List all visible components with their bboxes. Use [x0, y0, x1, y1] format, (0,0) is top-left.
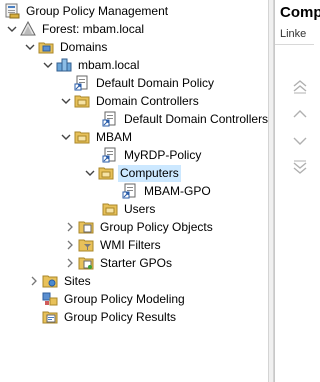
tree-node-users[interactable]: Users	[102, 200, 157, 218]
tree-label-results: Group Policy Results	[64, 309, 177, 324]
move-bottom-icon[interactable]	[292, 160, 308, 174]
gpmc-tree-pane: Group Policy Management Forest: mbam.loc…	[0, 0, 268, 382]
ou-folder-icon	[74, 93, 90, 109]
tree-node-results[interactable]: Group Policy Results	[42, 308, 178, 326]
tree-node-sites[interactable]: Sites	[28, 272, 93, 290]
tree-node-mbam-ou[interactable]: MBAM	[60, 128, 134, 146]
tree-label-starter-gpos: Starter GPOs	[100, 255, 173, 270]
domain-icon	[56, 57, 72, 73]
chevron-down-icon[interactable]	[6, 20, 18, 38]
tree-label-forest: Forest: mbam.local	[42, 21, 145, 36]
forest-icon	[20, 21, 36, 37]
tree-label-mbam-gpo: MBAM-GPO	[144, 183, 211, 198]
ou-folder-icon	[74, 129, 90, 145]
gpo-link-icon	[102, 111, 118, 127]
sites-folder-icon	[42, 273, 58, 289]
tree-node-default-dc-policy[interactable]: Default Domain Controllers	[102, 110, 270, 128]
tree-node-modeling[interactable]: Group Policy Modeling	[42, 290, 187, 308]
move-up-icon[interactable]	[292, 108, 308, 122]
tree-label-domain-controllers: Domain Controllers	[96, 93, 199, 108]
ou-folder-icon	[98, 165, 114, 181]
tree-node-mbam-gpo[interactable]: MBAM-GPO	[122, 182, 213, 200]
chevron-right-icon[interactable]	[64, 236, 76, 254]
tree-node-domain-controllers[interactable]: Domain Controllers	[60, 92, 201, 110]
details-pane: Comp Linke	[274, 0, 320, 382]
tree-node-wmi-filters[interactable]: WMI Filters	[64, 236, 163, 254]
chevron-down-icon[interactable]	[84, 164, 96, 182]
gpo-link-icon	[74, 75, 90, 91]
tree-label-mbam-ou: MBAM	[96, 129, 132, 144]
chevron-right-icon[interactable]	[64, 254, 76, 272]
chevron-right-icon[interactable]	[64, 218, 76, 236]
tree-node-forest[interactable]: Forest: mbam.local	[6, 20, 146, 38]
tree-label-users: Users	[124, 201, 156, 216]
details-tab-linked[interactable]: Linke	[280, 28, 320, 40]
ou-folder-icon	[102, 201, 118, 217]
tree-label-computers: Computers	[118, 164, 181, 182]
details-divider	[275, 44, 314, 45]
chevron-down-icon[interactable]	[24, 38, 36, 56]
gpo-link-icon	[122, 183, 138, 199]
tree-label-default-dc-policy: Default Domain Controllers	[124, 111, 269, 126]
starter-gpo-folder-icon	[78, 255, 94, 271]
tree-label-myrdp-policy: MyRDP-Policy	[124, 147, 202, 162]
tree-node-starter-gpos[interactable]: Starter GPOs	[64, 254, 174, 272]
tree-node-gpo-container[interactable]: Group Policy Objects	[64, 218, 215, 236]
chevron-down-icon[interactable]	[60, 92, 72, 110]
wmi-folder-icon	[78, 237, 94, 253]
results-icon	[42, 309, 58, 325]
chevron-right-icon[interactable]	[28, 272, 40, 290]
details-title: Comp	[280, 4, 320, 21]
gpo-folder-icon	[78, 219, 94, 235]
tree-node-computers[interactable]: Computers	[84, 164, 181, 182]
gpmc-console-icon	[4, 3, 20, 19]
domains-folder-icon	[38, 39, 54, 55]
tree-node-myrdp-policy[interactable]: MyRDP-Policy	[102, 146, 203, 164]
move-down-icon[interactable]	[292, 134, 308, 148]
move-top-icon[interactable]	[292, 80, 308, 94]
chevron-down-icon[interactable]	[42, 56, 54, 74]
tree-node-root[interactable]: Group Policy Management	[4, 2, 170, 20]
gpo-link-icon	[102, 147, 118, 163]
modeling-icon	[42, 291, 58, 307]
tree-node-domain[interactable]: mbam.local	[42, 56, 141, 74]
tree-label-default-domain-policy: Default Domain Policy	[96, 75, 215, 90]
tree-label-gpo-container: Group Policy Objects	[100, 219, 213, 234]
tree-label-modeling: Group Policy Modeling	[64, 291, 185, 306]
tree-label-wmi-filters: WMI Filters	[100, 237, 161, 252]
chevron-down-icon[interactable]	[60, 128, 72, 146]
tree-node-default-domain-policy[interactable]: Default Domain Policy	[74, 74, 216, 92]
tree-label-domain: mbam.local	[78, 57, 140, 72]
tree-label-root: Group Policy Management	[26, 3, 169, 18]
tree-label-domains: Domains	[60, 39, 108, 54]
tree-label-sites: Sites	[64, 273, 91, 288]
tree-node-domains[interactable]: Domains	[24, 38, 109, 56]
